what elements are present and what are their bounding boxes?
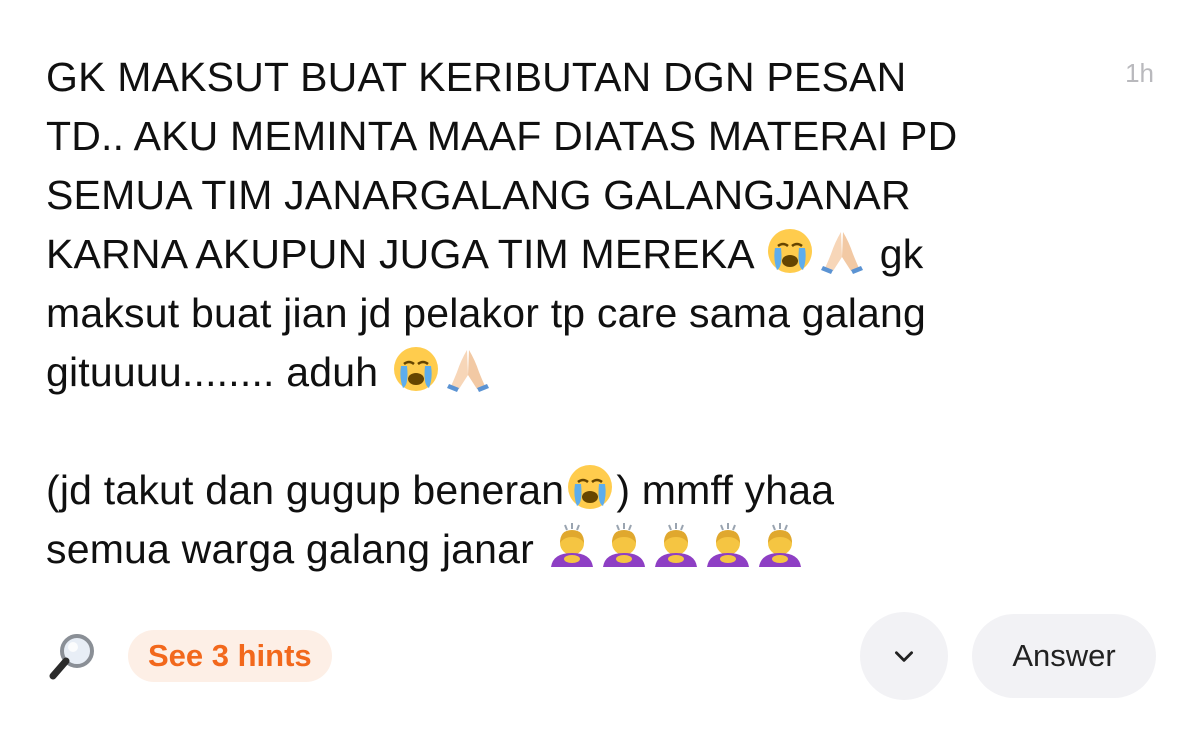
woman-bowing-icon (755, 521, 805, 571)
message-text: gk (868, 231, 924, 277)
message-line-with-emoji: semua warga galang janar (46, 520, 1086, 579)
message-line-with-emoji: gituuuu........ aduh (46, 343, 1086, 402)
message-line-with-emoji: KARNA AKUPUN JUGA TIM MEREKA gk (46, 225, 1086, 284)
woman-bowing-icon (651, 521, 701, 571)
answer-button[interactable]: Answer (972, 614, 1156, 698)
loudly-crying-face-icon (565, 462, 615, 512)
message-paragraph: (jd takut dan gugup beneran ) mmff yhaa s… (46, 461, 1086, 579)
message-body: GK MAKSUT BUAT KERIBUTAN DGN PESAN TD.. … (46, 48, 1086, 579)
post-footer: See 3 hints Answer (0, 600, 1200, 710)
timestamp: 1h (1125, 58, 1154, 88)
woman-bowing-icon (599, 521, 649, 571)
message-text: ) mmff yhaa (616, 467, 835, 513)
chevron-down-icon (895, 651, 913, 662)
loudly-crying-face-icon (765, 226, 815, 276)
woman-bowing-icon (703, 521, 753, 571)
magnifying-glass-icon[interactable] (46, 630, 100, 684)
message-text: semua warga galang janar (46, 526, 546, 572)
message-text: (jd takut dan gugup beneran (46, 467, 565, 513)
message-text: gituuuu........ aduh (46, 349, 390, 395)
message-text: KARNA AKUPUN JUGA TIM MEREKA (46, 231, 765, 277)
folded-hands-icon (443, 344, 493, 394)
expand-button[interactable] (860, 612, 948, 700)
message-paragraph: GK MAKSUT BUAT KERIBUTAN DGN PESAN TD.. … (46, 48, 1086, 402)
message-line: TD.. AKU MEMINTA MAAF DIATAS MATERAI PD (46, 113, 958, 159)
woman-bowing-icon (547, 521, 597, 571)
message-line-with-emoji: (jd takut dan gugup beneran ) mmff yhaa (46, 461, 1086, 520)
loudly-crying-face-icon (391, 344, 441, 394)
see-hints-button[interactable]: See 3 hints (128, 630, 332, 682)
message-line: GK MAKSUT BUAT KERIBUTAN DGN PESAN (46, 54, 907, 100)
post-card: 1h GK MAKSUT BUAT KERIBUTAN DGN PESAN TD… (0, 0, 1200, 744)
folded-hands-icon (817, 226, 867, 276)
message-line: maksut buat jian jd pelakor tp care sama… (46, 290, 927, 336)
message-line: SEMUA TIM JANARGALANG GALANGJANAR (46, 172, 911, 218)
